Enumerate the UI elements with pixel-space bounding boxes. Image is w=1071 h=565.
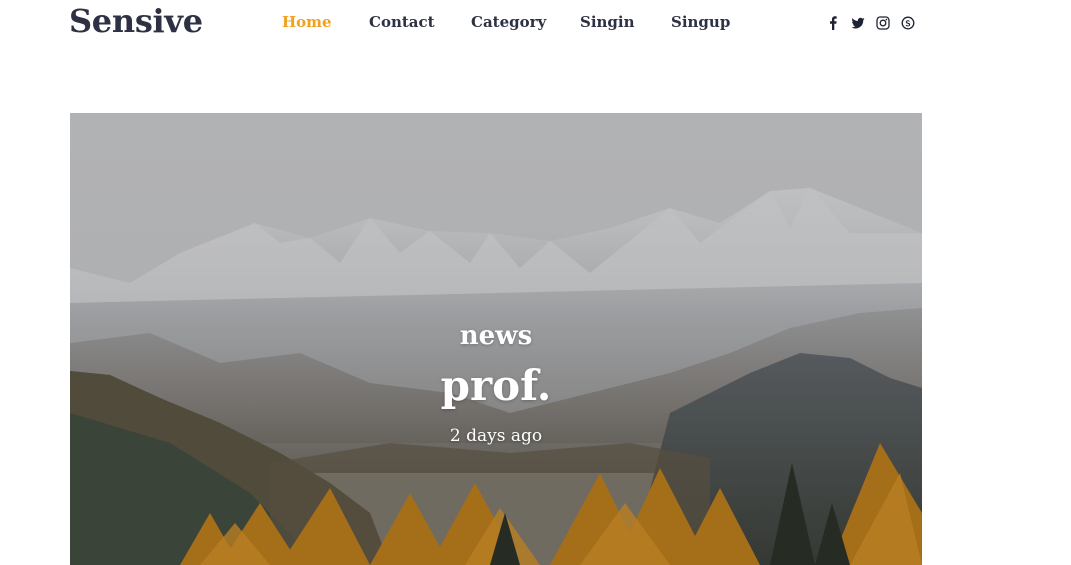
skype-icon[interactable]: [901, 16, 915, 30]
nav-singup[interactable]: Singup: [671, 13, 730, 31]
instagram-icon[interactable]: [876, 16, 890, 30]
nav-contact[interactable]: Contact: [369, 13, 435, 31]
hero-title[interactable]: prof.: [70, 361, 922, 410]
nav-singin[interactable]: Singin: [580, 13, 635, 31]
nav-home[interactable]: Home: [282, 13, 332, 31]
hero-banner[interactable]: news prof. 2 days ago: [70, 113, 922, 565]
site-header: Sensive Home Contact Category Singin Sin…: [0, 0, 1071, 60]
facebook-icon[interactable]: [826, 16, 840, 30]
social-links: [826, 14, 915, 32]
twitter-icon[interactable]: [851, 16, 865, 30]
nav-category[interactable]: Category: [471, 13, 546, 31]
hero-date: 2 days ago: [449, 426, 543, 446]
site-logo[interactable]: Sensive: [69, 2, 203, 40]
hero-category[interactable]: news: [70, 321, 922, 351]
